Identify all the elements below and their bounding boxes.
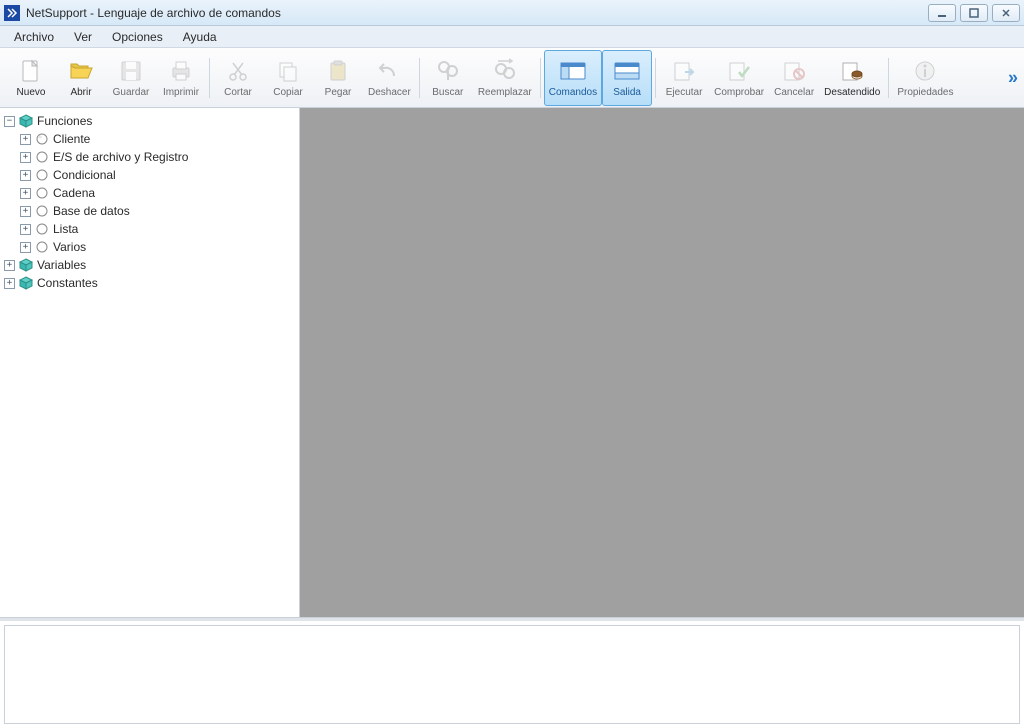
desatendido-button[interactable]: Desatendido [819, 50, 885, 106]
cube-icon [19, 258, 33, 272]
collapse-icon[interactable]: − [4, 116, 15, 127]
sphere-icon [35, 240, 49, 254]
cut-icon [224, 57, 252, 85]
close-button[interactable] [992, 4, 1020, 22]
nuevo-button[interactable]: Nuevo [6, 50, 56, 106]
tree-label: Variables [37, 258, 86, 272]
tree-node-basedatos[interactable]: + Base de datos [20, 202, 297, 220]
cube-icon [19, 276, 33, 290]
cube-icon [19, 114, 33, 128]
unattended-icon [838, 57, 866, 85]
sphere-icon [35, 186, 49, 200]
cancel-icon [780, 57, 808, 85]
ejecutar-button[interactable]: Ejecutar [659, 50, 709, 106]
expand-icon[interactable]: + [20, 206, 31, 217]
toolbar: Nuevo Abrir Guardar Imprimir Cortar Copi… [0, 48, 1024, 108]
body-area: − Funciones + Cliente + E/S [0, 108, 1024, 618]
reemplazar-button[interactable]: Reemplazar [473, 50, 537, 106]
expand-icon[interactable]: + [20, 188, 31, 199]
deshacer-button[interactable]: Deshacer [363, 50, 416, 106]
pegar-button[interactable]: Pegar [313, 50, 363, 106]
content-panel [300, 108, 1024, 617]
sphere-icon [35, 132, 49, 146]
buscar-button[interactable]: Buscar [423, 50, 473, 106]
output-panel-icon [613, 57, 641, 85]
save-icon [117, 57, 145, 85]
toolbar-overflow-icon[interactable]: » [1008, 67, 1018, 88]
paste-icon [324, 57, 352, 85]
tree-label: Constantes [37, 276, 98, 290]
toolbar-separator [209, 58, 210, 98]
imprimir-button[interactable]: Imprimir [156, 50, 206, 106]
expand-icon[interactable]: + [20, 170, 31, 181]
window-title: NetSupport - Lenguaje de archivo de coma… [26, 6, 281, 20]
copiar-button[interactable]: Copiar [263, 50, 313, 106]
folder-open-icon [67, 57, 95, 85]
expand-icon[interactable]: + [4, 278, 15, 289]
titlebar: NetSupport - Lenguaje de archivo de coma… [0, 0, 1024, 26]
tree-label: Funciones [37, 114, 92, 128]
tree-label: E/S de archivo y Registro [53, 150, 188, 164]
search-icon [434, 57, 462, 85]
salida-button[interactable]: Salida [602, 50, 652, 106]
undo-icon [375, 57, 403, 85]
tree-label: Condicional [53, 168, 116, 182]
tree-node-constantes[interactable]: + Constantes [4, 274, 297, 292]
menu-ayuda[interactable]: Ayuda [175, 28, 225, 46]
tree-label: Cadena [53, 186, 95, 200]
cancelar-button[interactable]: Cancelar [769, 50, 819, 106]
file-new-icon [17, 57, 45, 85]
commands-panel-icon [559, 57, 587, 85]
expand-icon[interactable]: + [20, 134, 31, 145]
tree-node-varios[interactable]: + Varios [20, 238, 297, 256]
run-icon [670, 57, 698, 85]
tree-panel[interactable]: − Funciones + Cliente + E/S [0, 108, 300, 617]
menu-ver[interactable]: Ver [66, 28, 100, 46]
tree-node-es-archivo[interactable]: + E/S de archivo y Registro [20, 148, 297, 166]
tree-node-cliente[interactable]: + Cliente [20, 130, 297, 148]
output-panel [0, 618, 1024, 728]
expand-icon[interactable]: + [4, 260, 15, 271]
tree-node-funciones[interactable]: − Funciones [4, 112, 297, 130]
copy-icon [274, 57, 302, 85]
guardar-button[interactable]: Guardar [106, 50, 156, 106]
sphere-icon [35, 222, 49, 236]
expand-icon[interactable]: + [20, 224, 31, 235]
expand-icon[interactable]: + [20, 152, 31, 163]
tree-label: Varios [53, 240, 86, 254]
tree-node-cadena[interactable]: + Cadena [20, 184, 297, 202]
maximize-button[interactable] [960, 4, 988, 22]
print-icon [167, 57, 195, 85]
replace-icon [491, 57, 519, 85]
tree-node-lista[interactable]: + Lista [20, 220, 297, 238]
propiedades-button[interactable]: Propiedades [892, 50, 958, 106]
menu-archivo[interactable]: Archivo [6, 28, 62, 46]
toolbar-separator [888, 58, 889, 98]
tree-label: Cliente [53, 132, 90, 146]
minimize-button[interactable] [928, 4, 956, 22]
tree-label: Lista [53, 222, 78, 236]
sphere-icon [35, 204, 49, 218]
properties-icon [911, 57, 939, 85]
abrir-button[interactable]: Abrir [56, 50, 106, 106]
output-textarea[interactable] [4, 625, 1020, 724]
app-icon [4, 5, 20, 21]
comprobar-button[interactable]: Comprobar [709, 50, 769, 106]
sphere-icon [35, 150, 49, 164]
toolbar-separator [419, 58, 420, 98]
sphere-icon [35, 168, 49, 182]
expand-icon[interactable]: + [20, 242, 31, 253]
cortar-button[interactable]: Cortar [213, 50, 263, 106]
check-icon [725, 57, 753, 85]
toolbar-separator [540, 58, 541, 98]
menu-opciones[interactable]: Opciones [104, 28, 171, 46]
tree-node-condicional[interactable]: + Condicional [20, 166, 297, 184]
tree-label: Base de datos [53, 204, 130, 218]
comandos-button[interactable]: Comandos [544, 50, 602, 106]
menubar: Archivo Ver Opciones Ayuda [0, 26, 1024, 48]
toolbar-separator [655, 58, 656, 98]
tree-node-variables[interactable]: + Variables [4, 256, 297, 274]
